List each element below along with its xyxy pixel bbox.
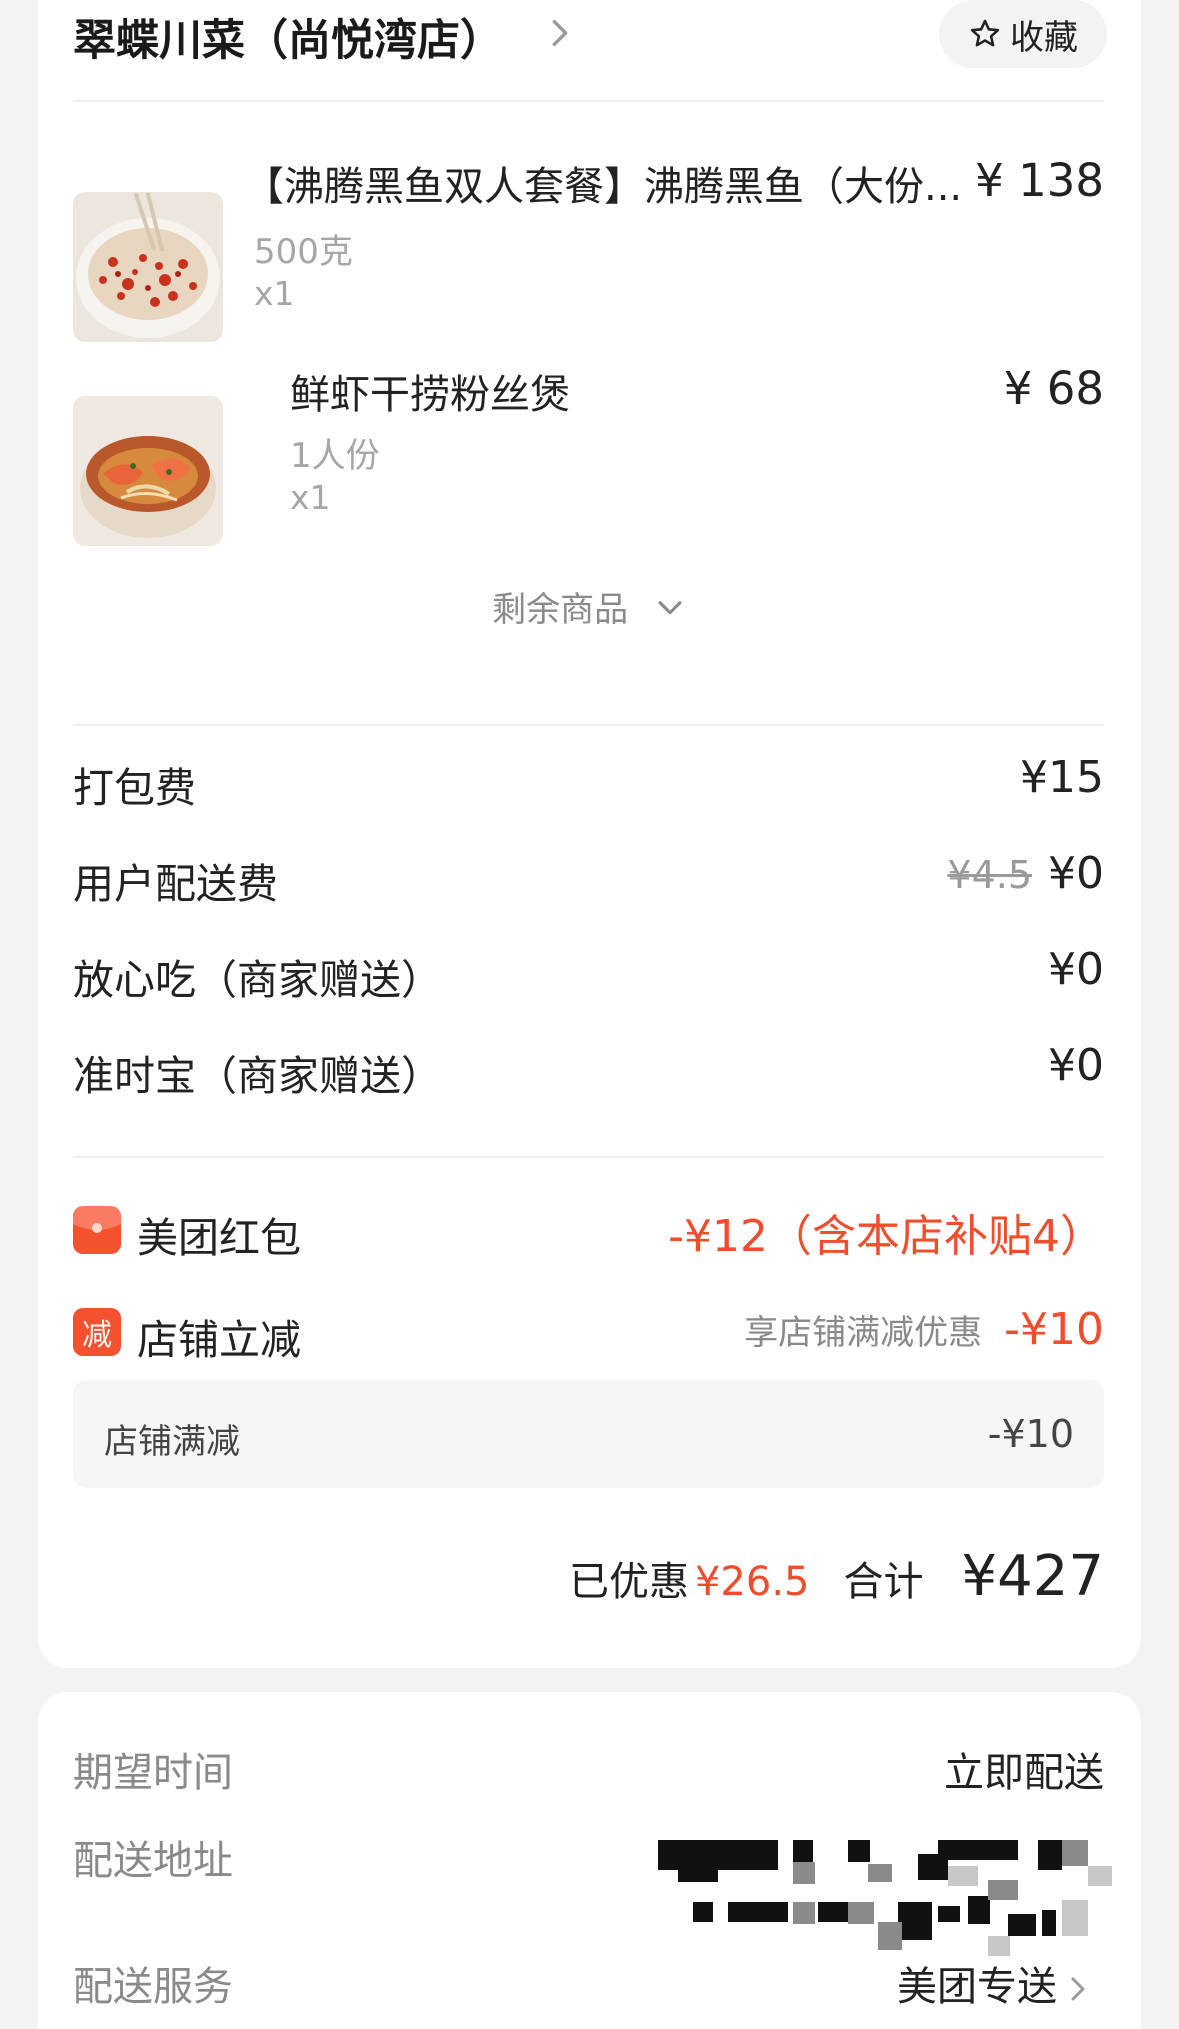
item-quantity: x1 bbox=[254, 274, 295, 313]
on-time-label: 准时宝（商家赠送） bbox=[73, 1052, 442, 1100]
delivery-fee-original: ¥4.5 bbox=[947, 853, 1032, 897]
shop-discount-value: 享店铺满减优惠 -¥10 bbox=[744, 1304, 1104, 1355]
delivery-service-value[interactable]: 美团专送 bbox=[897, 1954, 1093, 2012]
item-spec: 1人份 bbox=[290, 436, 380, 476]
shop-name[interactable]: 翠蝶川菜（尚悦湾店） bbox=[73, 6, 503, 68]
delivery-card: 期望时间 立即配送 配送地址 配送服务 美团专送 bbox=[38, 1692, 1141, 2029]
red-packet-icon bbox=[73, 1206, 121, 1254]
favorite-button[interactable]: 收藏 bbox=[939, 0, 1107, 68]
delivery-fee-label: 用户配送费 bbox=[73, 860, 278, 908]
discount-icon: 减 bbox=[73, 1308, 121, 1356]
saved-label: 已优惠 bbox=[568, 1559, 689, 1605]
packing-fee-value: ¥15 bbox=[1020, 752, 1104, 803]
total-value: ¥427 bbox=[961, 1544, 1104, 1609]
chevron-right-icon bbox=[1071, 1977, 1085, 2001]
order-summary: 已优惠 ¥26.5 合计 ¥427 bbox=[569, 1544, 1104, 1609]
divider bbox=[73, 1156, 1104, 1158]
item-image-shrimp[interactable] bbox=[73, 396, 223, 546]
total-label: 合计 bbox=[843, 1559, 924, 1605]
item-name: 【沸腾黑鱼双人套餐】沸腾黑鱼（大份... bbox=[244, 164, 963, 210]
divider bbox=[73, 724, 1104, 726]
item-image-fish[interactable] bbox=[73, 192, 223, 342]
packing-fee-label: 打包费 bbox=[73, 764, 196, 812]
chevron-right-icon[interactable] bbox=[543, 16, 577, 50]
item-quantity: x1 bbox=[290, 478, 331, 517]
red-packet-label: 美团红包 bbox=[137, 1214, 301, 1262]
redacted-address bbox=[658, 1840, 1112, 1956]
shop-discount-hint: 享店铺满减优惠 bbox=[744, 1313, 983, 1353]
saved-value: ¥26.5 bbox=[694, 1559, 810, 1605]
full-reduction-value: -¥10 bbox=[987, 1412, 1074, 1456]
safe-eat-value: ¥0 bbox=[1048, 944, 1104, 995]
shop-discount-label: 店铺立减 bbox=[137, 1316, 301, 1364]
item-price: ¥ 138 bbox=[975, 154, 1104, 207]
delivery-service-label: 配送服务 bbox=[73, 1964, 233, 2010]
delivery-address-label: 配送地址 bbox=[73, 1838, 233, 1884]
red-packet-value: -¥12（含本店补贴4） bbox=[668, 1211, 1104, 1262]
expected-time-value[interactable]: 立即配送 bbox=[944, 1740, 1104, 1798]
shop-discount-amount: -¥10 bbox=[1004, 1304, 1104, 1355]
expected-time-label: 期望时间 bbox=[73, 1750, 233, 1796]
order-card: 翠蝶川菜（尚悦湾店） 收藏 【沸腾黑鱼双人套餐】沸腾黑鱼（大份... 500克 … bbox=[38, 0, 1141, 1668]
on-time-value: ¥0 bbox=[1048, 1040, 1104, 1091]
favorite-label: 收藏 bbox=[1010, 17, 1078, 58]
divider bbox=[73, 100, 1104, 102]
delivery-fee-value: ¥4.5 ¥0 bbox=[947, 848, 1104, 899]
safe-eat-label: 放心吃（商家赠送） bbox=[73, 956, 442, 1004]
full-reduction-label: 店铺满减 bbox=[104, 1422, 240, 1462]
chevron-down-icon bbox=[658, 600, 682, 614]
item-price: ¥ 68 bbox=[1003, 362, 1104, 415]
delivery-fee-current: ¥0 bbox=[1048, 848, 1104, 899]
delivery-service-text: 美团专送 bbox=[897, 1964, 1057, 2010]
item-spec: 500克 bbox=[254, 232, 353, 272]
item-name: 鲜虾干捞粉丝煲 bbox=[290, 372, 570, 418]
more-goods-label: 剩余商品 bbox=[492, 590, 629, 630]
star-icon bbox=[970, 19, 1000, 47]
more-goods-toggle[interactable]: 剩余商品 bbox=[38, 582, 1141, 631]
